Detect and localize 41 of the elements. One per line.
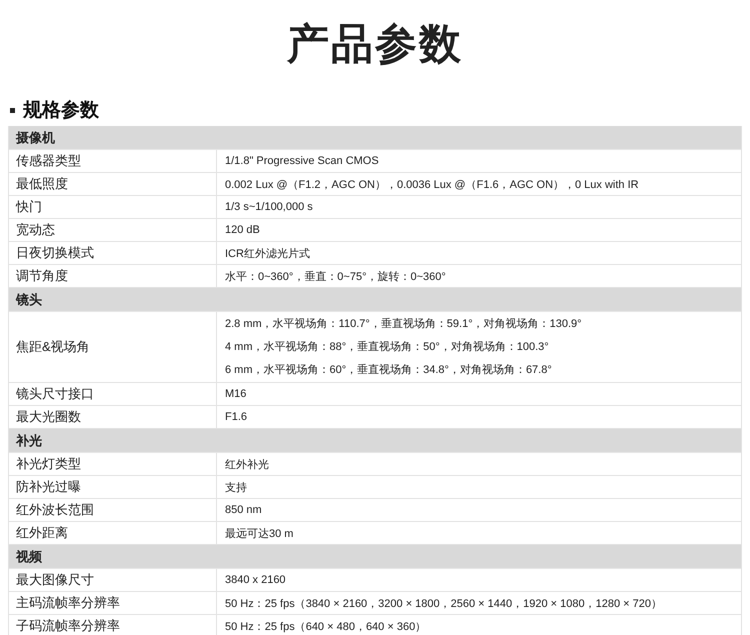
label-cell: 焦距&视场角 — [9, 312, 217, 382]
value-line: 4 mm，水平视场角：88°，垂直视场角：50°，对角视场角：100.3° — [225, 340, 550, 354]
value-cell-text: 1/1.8" Progressive Scan CMOS — [224, 154, 379, 169]
label-cell: 防补光过曝 — [9, 476, 217, 498]
label-cell: 传感器类型 — [9, 150, 217, 172]
label-cell: 最大图像尺寸 — [9, 569, 217, 591]
value-cell-text: 3840 x 2160 — [224, 573, 286, 588]
label-cell: 日夜切换模式 — [9, 242, 217, 264]
value-cell-text: 50 Hz：25 fps（640 × 480，640 × 360） — [224, 620, 426, 634]
group-header-cell: 镜头 — [9, 288, 741, 312]
section-title: 规格参数 — [23, 98, 99, 123]
group-header-cell: 视频 — [9, 545, 741, 569]
value-cell-text: 最远可达30 m — [224, 526, 294, 542]
label-cell: 红外距离 — [9, 522, 217, 544]
label-cell: 主码流帧率分辨率 — [9, 592, 217, 614]
label-cell: 快门 — [9, 196, 217, 218]
label-cell: 最低照度 — [9, 173, 217, 195]
group-header-cell: 补光 — [9, 429, 741, 453]
label-cell: 红外波长范围 — [9, 499, 217, 521]
value-line: 2.8 mm，水平视场角：110.7°，垂直视场角：59.1°，对角视场角：130.9° — [225, 316, 582, 332]
value-cell-text: ICR红外滤光片式 — [224, 246, 310, 262]
value-line: 6 mm，水平视场角：60°，垂直视场角：34.8°，对角视场角：67.8° — [225, 362, 553, 378]
value-cell-text: 850 nm — [224, 503, 262, 518]
label-cell: 补光灯类型 — [9, 453, 217, 475]
value-cell-text: F1.6 — [224, 410, 248, 425]
value-cell-text: 水平：0~360°，垂直：0~75°，旋转：0~360° — [224, 270, 446, 284]
value-cell-text: 1/3 s~1/100,000 s — [224, 200, 313, 215]
value-cell-text: 红外补光 — [224, 458, 269, 472]
label-cell: 最大光圈数 — [9, 406, 217, 428]
value-cell-text: 0.002 Lux @（F1.2，AGC ON），0.0036 Lux @（F1.6，AGC ON），0 Lux with IR — [224, 178, 639, 192]
label-cell: 调节角度 — [9, 265, 217, 287]
value-cell-text: 120 dB — [224, 223, 260, 238]
page-title: 产品参数 — [286, 19, 464, 69]
label-cell: 宽动态 — [9, 219, 217, 241]
value-cell-text: M16 — [224, 387, 246, 402]
bullet-icon — [10, 108, 15, 112]
label-cell: 子码流帧率分辨率 — [9, 615, 217, 635]
group-header-cell: 摄像机 — [9, 126, 741, 150]
value-cell-text: 50 Hz：25 fps（3840 × 2160，3200 × 1800，2560 × 1440，1920 × 1080，1280 × 720） — [224, 596, 662, 612]
label-cell: 镜头尺寸接口 — [9, 383, 217, 405]
value-cell-text: 支持 — [224, 480, 247, 496]
